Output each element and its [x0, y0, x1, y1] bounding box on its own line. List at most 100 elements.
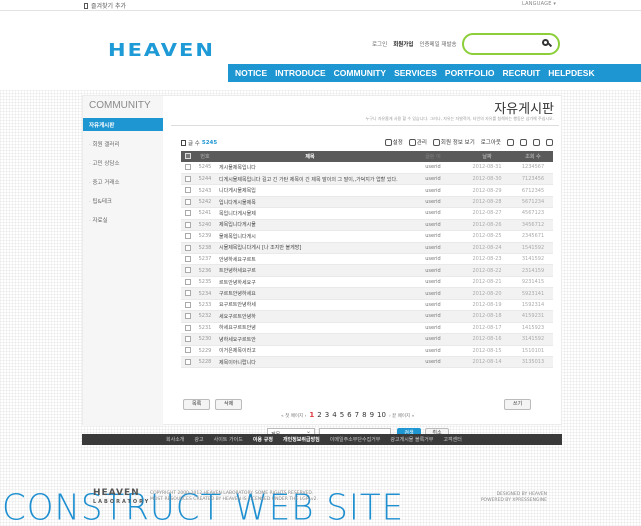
table-row[interactable]: 5239 물제목입니다게시 userid 2012-08-25 2345671: [181, 231, 553, 243]
sidebar-item-tips[interactable]: 팁&테크: [89, 197, 120, 216]
page-link[interactable]: 1: [309, 411, 314, 419]
row-author[interactable]: userid: [405, 334, 461, 345]
table-row[interactable]: 5236 트안녕하세요구르 userid 2012-08-22 2314159: [181, 264, 553, 277]
row-title[interactable]: 트안녕하세요구르: [215, 265, 405, 276]
nav-portfolio[interactable]: PORTFOLIO: [445, 68, 495, 78]
row-checkbox-input[interactable]: [185, 336, 191, 343]
row-checkbox-input[interactable]: [185, 358, 191, 365]
row-checkbox-input[interactable]: [185, 233, 191, 240]
row-author[interactable]: userid: [405, 162, 461, 173]
nav-community[interactable]: COMMUNITY: [334, 68, 386, 78]
row-author[interactable]: userid: [405, 356, 461, 367]
footer-link[interactable]: 이용 규정: [253, 436, 273, 443]
row-author[interactable]: userid: [405, 288, 461, 299]
table-row[interactable]: 5237 안녕하세요구르트 userid 2012-08-23 3141592: [181, 254, 553, 265]
nav-recruit[interactable]: RECRUIT: [503, 68, 541, 78]
last-page-link[interactable]: › 끝 페이지 »: [389, 413, 414, 419]
row-author[interactable]: userid: [405, 242, 461, 253]
page-link[interactable]: 6: [347, 411, 351, 419]
tag-icon[interactable]: [520, 138, 527, 146]
row-checkbox-input[interactable]: [185, 175, 191, 182]
resend-mail-link[interactable]: 인증메일 재발송: [419, 40, 456, 48]
col-hits[interactable]: 조회 수: [513, 151, 553, 162]
nav-introduce[interactable]: INTRODUCE: [275, 68, 326, 78]
row-author[interactable]: userid: [405, 345, 461, 356]
row-author[interactable]: userid: [405, 276, 461, 287]
table-row[interactable]: 5243 니다게시물제목입 userid 2012-08-29 6712345: [181, 185, 553, 197]
delete-button[interactable]: 삭제: [215, 399, 243, 410]
row-checkbox-input[interactable]: [185, 313, 191, 320]
footer-link[interactable]: 광고: [194, 436, 203, 443]
table-row[interactable]: 5228 제목이아니랍니다 userid 2012-08-14 3135013: [181, 356, 553, 368]
row-checkbox-input[interactable]: [185, 210, 191, 217]
footer-link[interactable]: 이메일주소무단수집거부: [330, 436, 381, 443]
row-author[interactable]: userid: [405, 185, 461, 196]
select-all-checkbox[interactable]: [185, 153, 191, 160]
col-number[interactable]: 번호: [195, 151, 215, 162]
page-link[interactable]: 4: [332, 411, 336, 419]
table-row[interactable]: 5230 녕하세요구르트안 userid 2012-08-16 3141592: [181, 333, 553, 345]
nav-services[interactable]: SERVICES: [394, 68, 437, 78]
link-icon[interactable]: [507, 138, 514, 146]
row-title[interactable]: 물제목입니다게시: [215, 231, 405, 242]
site-search-input[interactable]: [462, 33, 560, 55]
row-author[interactable]: userid: [405, 173, 461, 184]
row-author[interactable]: userid: [405, 231, 461, 242]
row-checkbox-input[interactable]: [185, 221, 191, 228]
table-row[interactable]: 5233 요구르트안녕하세 userid 2012-08-19 1592314: [181, 299, 553, 311]
list-view-icon[interactable]: [533, 138, 540, 146]
table-row[interactable]: 5238 시물제목입니다게시 [나 조지만 볼게방] userid 2012-08-2…: [181, 242, 553, 254]
row-author[interactable]: userid: [405, 254, 461, 265]
table-row[interactable]: 5235 르트안녕하세요구 userid 2012-08-21 9231415: [181, 276, 553, 288]
row-author[interactable]: userid: [405, 311, 461, 322]
row-title[interactable]: 시물제목입니다게시 [나 조지만 볼게방]: [215, 242, 405, 253]
logout-link[interactable]: 로그아웃: [481, 138, 501, 146]
row-checkbox-input[interactable]: [185, 198, 191, 205]
sidebar-item-files[interactable]: 자료실: [89, 216, 120, 235]
row-title[interactable]: 하세요구르트안녕: [215, 322, 405, 333]
row-checkbox-input[interactable]: [185, 244, 191, 251]
nav-helpdesk[interactable]: HELPDESK: [548, 68, 594, 78]
row-title[interactable]: 제목이아니랍니다: [215, 356, 405, 367]
row-title[interactable]: 게시물제목입니다: [215, 162, 405, 173]
table-row[interactable]: 5241 목입니다게시물제 userid 2012-08-27 4567123: [181, 208, 553, 220]
nav-notice[interactable]: NOTICE: [235, 68, 267, 78]
page-link[interactable]: 7: [355, 411, 359, 419]
favorite-link[interactable]: 즐겨찾기 추가: [84, 1, 126, 10]
row-title[interactable]: 세요구르트안녕하: [215, 311, 405, 322]
row-title[interactable]: 구르트안녕하세요: [215, 288, 405, 299]
table-row[interactable]: 5231 하세요구르트안녕 userid 2012-08-17 1415923: [181, 322, 553, 334]
row-author[interactable]: userid: [405, 208, 461, 219]
settings-link[interactable]: 설정: [384, 138, 403, 146]
page-link[interactable]: 9: [370, 411, 374, 419]
row-title[interactable]: 디게시물제목입니다 길고 긴 가탄 제목이 긴 제목 말이의 그 말이,,가덕지…: [215, 173, 405, 184]
row-author[interactable]: userid: [405, 265, 461, 276]
row-checkbox-input[interactable]: [185, 290, 191, 297]
page-link[interactable]: 5: [340, 411, 344, 419]
row-checkbox-input[interactable]: [185, 324, 191, 331]
table-row[interactable]: 5240 제목입니다게시물 userid 2012-08-26 3456712: [181, 219, 553, 231]
page-link[interactable]: 2: [317, 411, 321, 419]
row-checkbox-input[interactable]: [185, 255, 191, 262]
footer-link[interactable]: 회사소개: [166, 436, 184, 443]
row-title[interactable]: 제목입니다게시물: [215, 219, 405, 230]
row-checkbox-input[interactable]: [185, 347, 191, 354]
footer-link[interactable]: 사이트 가이드: [214, 436, 243, 443]
row-author[interactable]: userid: [405, 322, 461, 333]
sidebar-item-gallery[interactable]: 회원 갤러리: [89, 140, 120, 159]
table-row[interactable]: 5242 입니다게시물제목 userid 2012-08-28 5671234: [181, 196, 553, 208]
sidebar-item-market[interactable]: 중고 거래소: [89, 178, 120, 197]
table-row[interactable]: 5234 구르트안녕하세요 userid 2012-08-20 5923141: [181, 287, 553, 300]
row-author[interactable]: userid: [405, 219, 461, 230]
row-checkbox-input[interactable]: [185, 164, 191, 171]
signup-link[interactable]: 회원가입: [393, 40, 413, 48]
col-author[interactable]: 글쓴 이: [405, 151, 461, 162]
row-checkbox-input[interactable]: [185, 278, 191, 285]
language-selector[interactable]: LANGUAGE ▾: [522, 1, 556, 7]
col-date[interactable]: 날짜: [461, 151, 513, 162]
table-row[interactable]: 5245 게시물제목입니다 userid 2012-08-31 1234567: [181, 162, 553, 174]
col-title[interactable]: 제목: [215, 151, 405, 162]
row-title[interactable]: 니다게시물제목입: [215, 185, 405, 196]
login-link[interactable]: 로그인: [372, 40, 387, 48]
row-author[interactable]: userid: [405, 299, 461, 310]
